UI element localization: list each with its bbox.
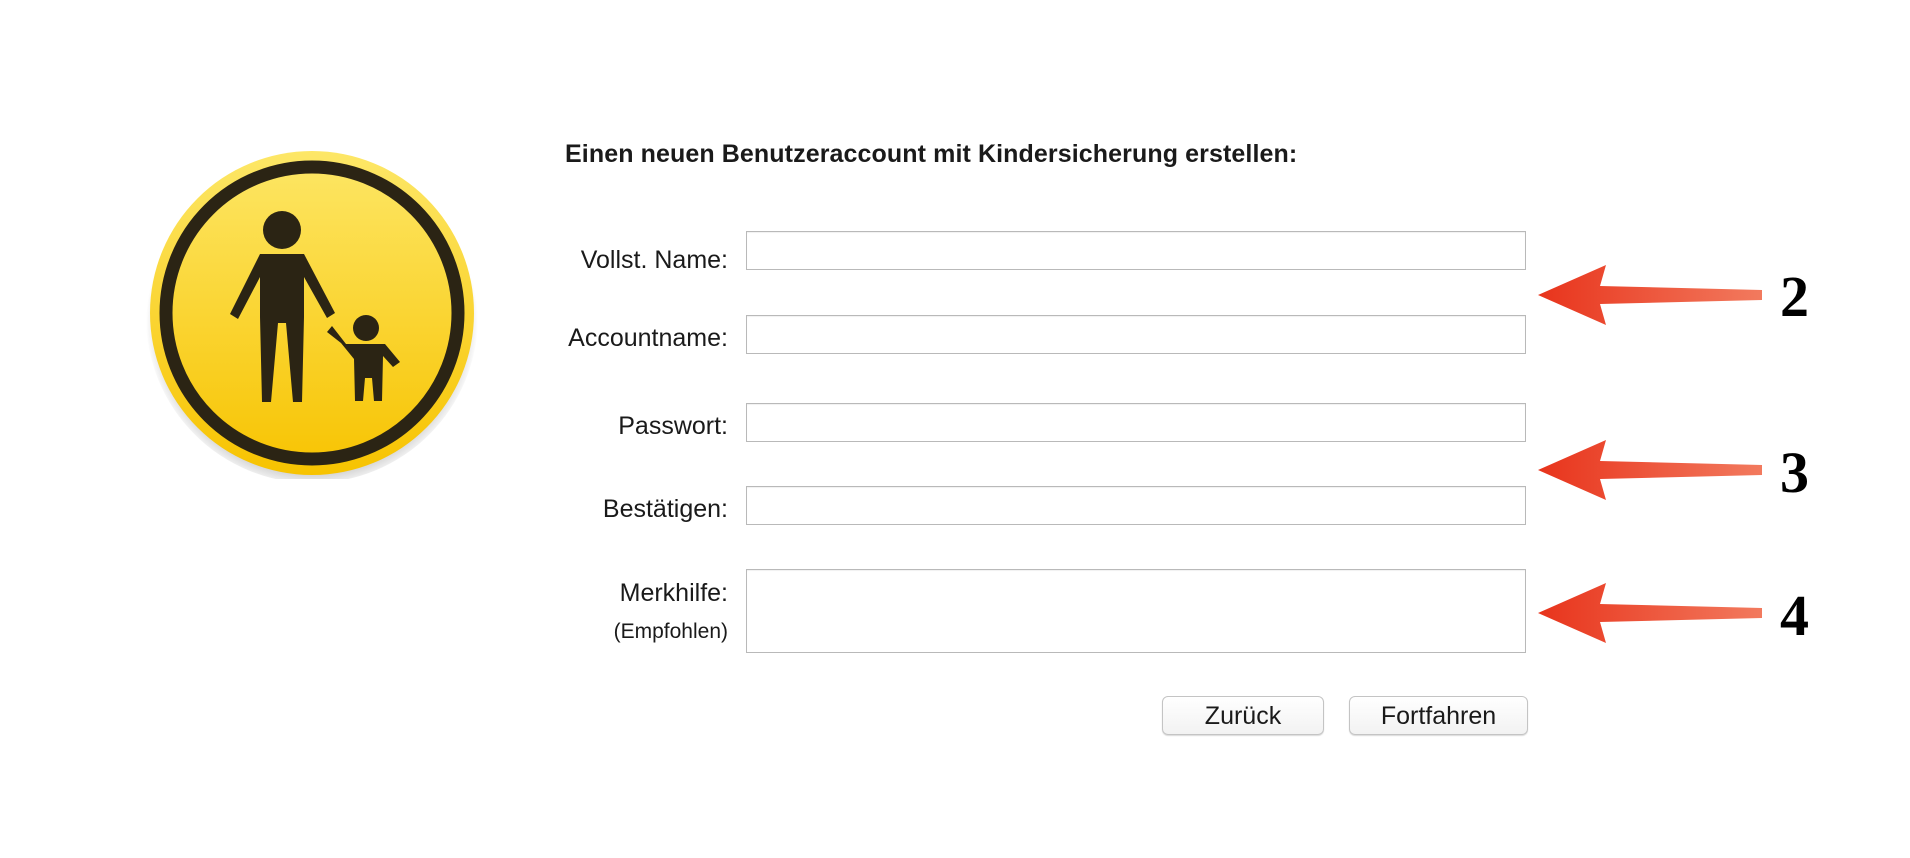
annotation-arrow-2 — [1536, 263, 1762, 327]
dialog-heading: Einen neuen Benutzeraccount mit Kindersi… — [565, 140, 1298, 168]
full-name-label: Vollst. Name: — [580, 246, 728, 274]
confirm-password-input[interactable] — [746, 486, 1526, 525]
account-setup-dialog: Einen neuen Benutzeraccount mit Kindersi… — [0, 0, 1910, 858]
password-input[interactable] — [746, 403, 1526, 442]
password-hint-input[interactable] — [746, 569, 1526, 653]
continue-button[interactable]: Fortfahren — [1349, 696, 1528, 735]
password-hint-recommended-label: (Empfohlen) — [613, 620, 728, 643]
annotation-marker-4: 4 — [1780, 583, 1809, 648]
password-label: Passwort: — [618, 412, 728, 440]
annotation-arrow-3 — [1536, 438, 1762, 502]
annotation-marker-2: 2 — [1780, 264, 1809, 329]
back-button[interactable]: Zurück — [1162, 696, 1324, 735]
full-name-input[interactable] — [746, 231, 1526, 270]
annotation-arrow-4 — [1536, 581, 1762, 645]
confirm-password-label: Bestätigen: — [602, 495, 728, 523]
account-name-input[interactable] — [746, 315, 1526, 354]
parental-controls-icon — [146, 147, 478, 479]
password-hint-label: Merkhilfe: — [619, 579, 728, 607]
account-name-label: Accountname: — [568, 324, 728, 352]
annotation-marker-3: 3 — [1780, 440, 1809, 505]
